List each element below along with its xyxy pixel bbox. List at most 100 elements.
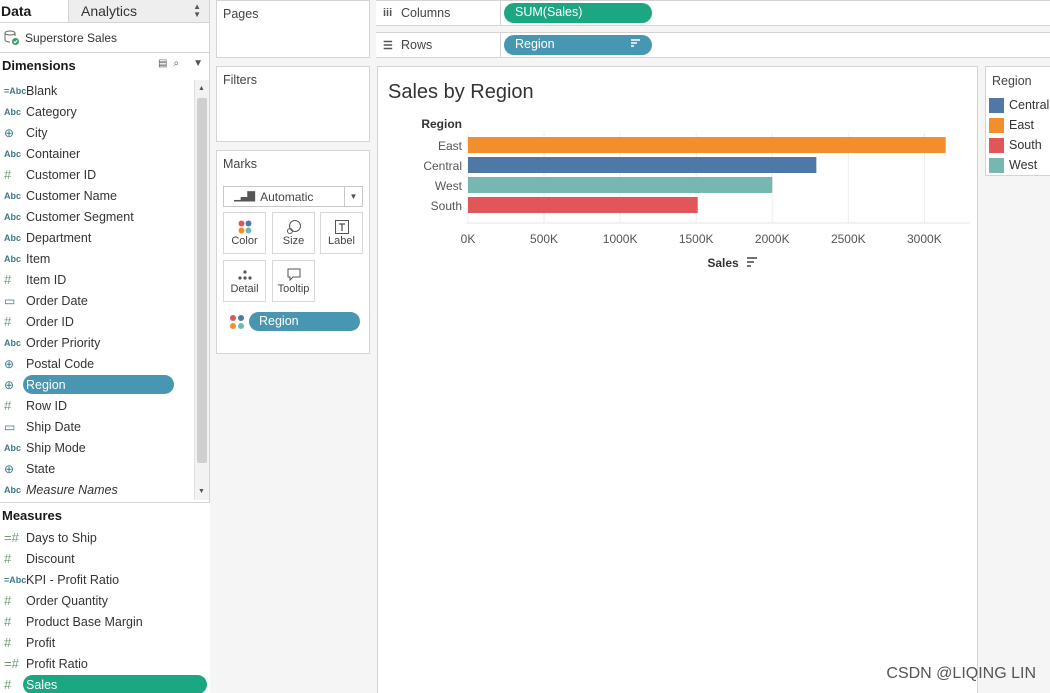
- watermark: CSDN @LIQING LIN: [886, 665, 1036, 682]
- legend-item-west[interactable]: West: [986, 155, 1050, 175]
- string-type-icon: Abc: [4, 253, 22, 264]
- field-profit-ratio[interactable]: =# Profit Ratio: [0, 653, 210, 674]
- color-field-pill[interactable]: Region: [249, 312, 360, 331]
- field-label: Customer ID: [26, 167, 97, 182]
- field-customer-id[interactable]: # Customer ID: [0, 164, 194, 185]
- field-order-quantity[interactable]: # Order Quantity: [0, 590, 210, 611]
- region-row-pill[interactable]: Region: [504, 35, 652, 55]
- color-button[interactable]: Color: [223, 212, 266, 254]
- field-label: Region: [26, 377, 66, 392]
- field-postal-code[interactable]: ⊕ Postal Code: [0, 353, 194, 374]
- measures-title: Measures: [2, 507, 62, 523]
- number-type-icon: #: [4, 614, 12, 629]
- field-product-base-margin[interactable]: # Product Base Margin: [0, 611, 210, 632]
- field-profit[interactable]: # Profit: [0, 632, 210, 653]
- filters-card[interactable]: Filters: [216, 66, 370, 142]
- detail-button[interactable]: Detail: [223, 260, 266, 302]
- data-source[interactable]: Superstore Sales: [0, 23, 209, 53]
- dimensions-title: Dimensions: [2, 57, 76, 73]
- color-icon: [224, 213, 265, 235]
- bar-chart: 0K 500K 1000K 1500K 2000K 2500K 3000K Region Eas…: [421, 117, 970, 270]
- label-button[interactable]: Label: [320, 212, 363, 254]
- sort-icon[interactable]: [630, 38, 641, 52]
- search-icon[interactable]: ⌕: [173, 58, 179, 69]
- field-item[interactable]: Abc Item: [0, 248, 194, 269]
- calculated-string-icon: =Abc: [4, 574, 27, 585]
- detail-button-label: Detail: [230, 283, 259, 295]
- label-icon: [321, 213, 362, 235]
- field-ship-mode[interactable]: Abc Ship Mode: [0, 437, 194, 458]
- tab-analytics[interactable]: Analytics ▲ ▼: [68, 0, 209, 22]
- chevron-down-icon[interactable]: ▼: [193, 58, 203, 69]
- field-order-date[interactable]: ▭ Order Date: [0, 290, 194, 311]
- sum-sales-pill[interactable]: SUM(Sales): [504, 3, 652, 23]
- field-region[interactable]: ⊕ Region: [0, 374, 194, 395]
- field-blank[interactable]: =Abc Blank: [0, 80, 194, 101]
- field-measure-names[interactable]: Abc Measure Names: [0, 479, 194, 500]
- number-type-icon: #: [4, 314, 12, 329]
- bar-east: [468, 137, 946, 153]
- field-order-priority[interactable]: Abc Order Priority: [0, 332, 194, 353]
- list-view-icon[interactable]: ▤: [158, 58, 167, 69]
- x-tick-label: 1000K: [603, 232, 638, 246]
- string-type-icon: Abc: [4, 211, 22, 222]
- field-customer-segment[interactable]: Abc Customer Segment: [0, 206, 194, 227]
- field-label: Order ID: [26, 314, 74, 329]
- columns-shelf: iii Columns SUM(Sales): [376, 0, 1050, 26]
- field-sales[interactable]: # Sales: [0, 674, 210, 693]
- pages-card[interactable]: Pages: [216, 0, 370, 58]
- field-label: Discount: [26, 551, 75, 566]
- chevron-down-icon[interactable]: ▼: [344, 187, 362, 206]
- size-button[interactable]: Size: [272, 212, 315, 254]
- field-kpi-profit-ratio[interactable]: =Abc KPI - Profit Ratio: [0, 569, 210, 590]
- legend-swatch: [989, 97, 1004, 113]
- field-state[interactable]: ⊕ State: [0, 458, 194, 479]
- y-tick-label: Central: [423, 159, 462, 173]
- field-category[interactable]: Abc Category: [0, 101, 194, 122]
- scrollbar-thumb[interactable]: [197, 98, 207, 463]
- string-type-icon: Abc: [4, 190, 22, 201]
- legend-item-central[interactable]: Central: [986, 95, 1050, 115]
- string-type-icon: Abc: [4, 148, 22, 159]
- number-type-icon: #: [4, 551, 12, 566]
- field-label: Item: [26, 251, 51, 266]
- field-label: Container: [26, 146, 81, 161]
- field-ship-date[interactable]: ▭ Ship Date: [0, 416, 194, 437]
- field-item-id[interactable]: # Item ID: [0, 269, 194, 290]
- legend-item-south[interactable]: South: [986, 135, 1050, 155]
- pages-title: Pages: [223, 7, 259, 21]
- field-container[interactable]: Abc Container: [0, 143, 194, 164]
- color-button-label: Color: [231, 235, 258, 247]
- field-discount[interactable]: # Discount: [0, 548, 210, 569]
- field-days-to-ship[interactable]: =# Days to Ship: [0, 527, 210, 548]
- field-department[interactable]: Abc Department: [0, 227, 194, 248]
- field-label: State: [26, 461, 56, 476]
- legend-title: Region: [992, 74, 1032, 88]
- scroll-down-icon[interactable]: ▼: [198, 488, 205, 495]
- number-type-icon: #: [4, 677, 12, 692]
- size-icon: [273, 213, 314, 235]
- legend-item-east[interactable]: East: [986, 115, 1050, 135]
- field-row-id[interactable]: # Row ID: [0, 395, 194, 416]
- field-city[interactable]: ⊕ City: [0, 122, 194, 143]
- field-label: Order Date: [26, 293, 88, 308]
- string-type-icon: Abc: [4, 232, 22, 243]
- field-order-id[interactable]: # Order ID: [0, 311, 194, 332]
- dimensions-scrollbar[interactable]: ▲ ▼: [194, 80, 209, 500]
- field-label: Blank: [26, 83, 58, 98]
- scroll-up-icon[interactable]: ▲: [198, 85, 205, 92]
- globe-icon: ⊕: [4, 377, 15, 392]
- field-label: Item ID: [26, 272, 67, 287]
- bar-chart-icon: ▁▃▇: [234, 191, 255, 202]
- mark-type-select[interactable]: ▁▃▇ Automatic ▼: [223, 186, 363, 207]
- up-down-arrows-icon[interactable]: ▲ ▼: [193, 3, 201, 19]
- dimensions-header: Dimensions ▤ ⌕ ▼: [0, 53, 209, 77]
- columns-label: Columns: [401, 6, 451, 20]
- string-type-icon: Abc: [4, 442, 22, 453]
- tab-data[interactable]: Data: [0, 0, 68, 22]
- field-customer-name[interactable]: Abc Customer Name: [0, 185, 194, 206]
- bar-central: [468, 157, 817, 173]
- y-tick-label: West: [435, 179, 463, 193]
- globe-icon: ⊕: [4, 461, 15, 476]
- tooltip-button[interactable]: Tooltip: [272, 260, 315, 302]
